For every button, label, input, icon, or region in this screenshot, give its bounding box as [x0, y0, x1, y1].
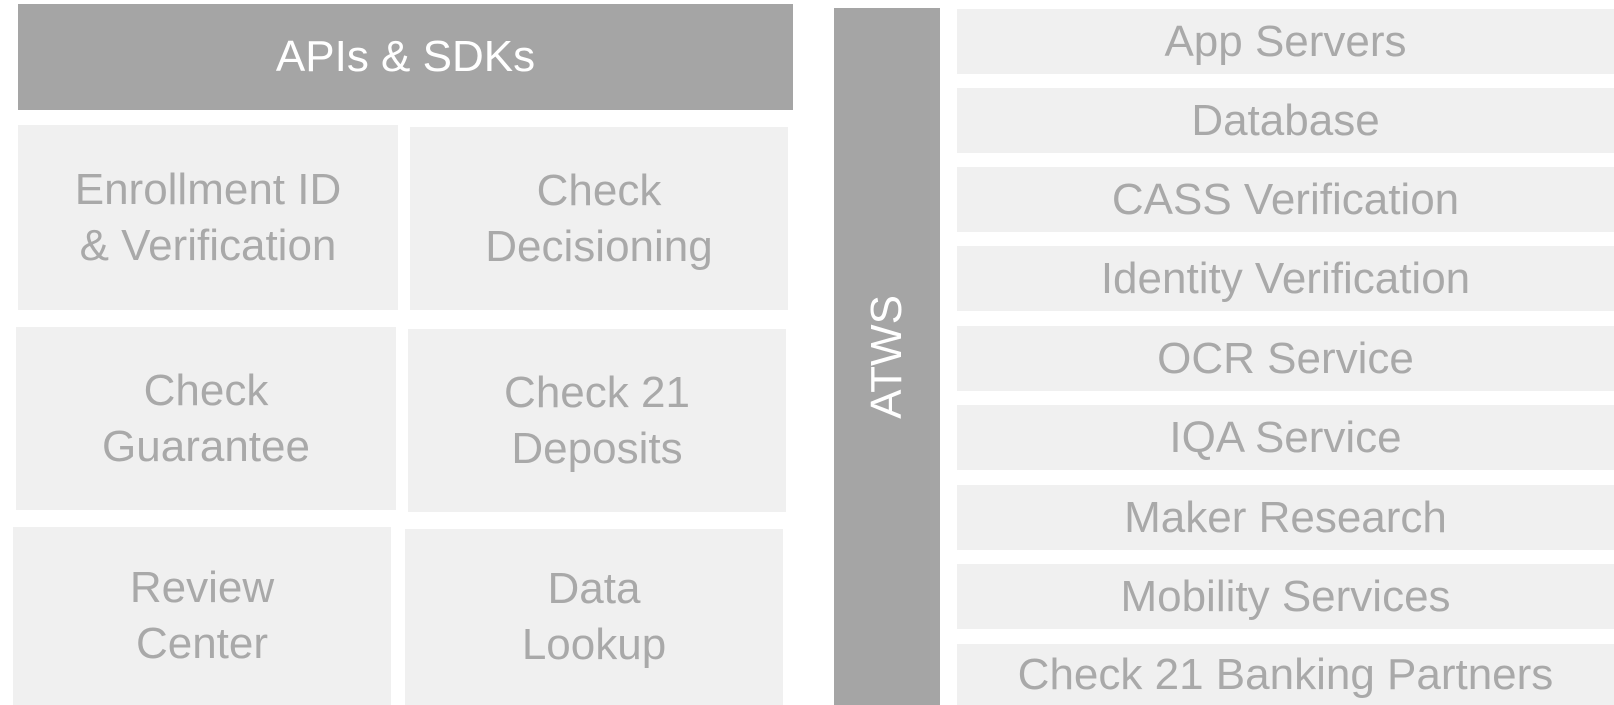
tile-check-21-deposits: Check 21 Deposits: [408, 329, 786, 512]
atws-vertical-bar: ATWS: [834, 8, 940, 705]
service-label: CASS Verification: [1111, 174, 1460, 224]
tile-check-guarantee: Check Guarantee: [16, 327, 396, 510]
atws-label: ATWS: [862, 294, 911, 419]
tile-label: Check Decisioning: [485, 165, 713, 271]
service-row-database: Database: [957, 88, 1614, 153]
service-row-iqa-service: IQA Service: [957, 405, 1614, 470]
service-label: Identity Verification: [1100, 253, 1471, 303]
service-label: IQA Service: [1169, 412, 1402, 462]
tile-check-decisioning: Check Decisioning: [410, 127, 788, 310]
tile-data-lookup: Data Lookup: [405, 529, 783, 705]
service-label: Check 21 Banking Partners: [1017, 649, 1554, 699]
tile-label: Check 21 Deposits: [504, 367, 690, 473]
service-row-cass-verification: CASS Verification: [957, 167, 1614, 232]
service-row-mobility-services: Mobility Services: [957, 564, 1614, 629]
apis-sdks-header: APIs & SDKs: [18, 4, 793, 110]
tile-label: Review Center: [129, 563, 275, 668]
service-label: OCR Service: [1157, 333, 1414, 383]
tile-label: Enrollment ID & Verification: [74, 164, 342, 270]
service-label: Mobility Services: [1120, 571, 1451, 621]
service-label: App Servers: [1164, 16, 1407, 66]
service-row-app-servers: App Servers: [957, 9, 1614, 74]
tile-label: Data Lookup: [521, 564, 667, 669]
service-row-ocr-service: OCR Service: [957, 326, 1614, 391]
service-label: Maker Research: [1124, 492, 1447, 542]
tile-label: Check Guarantee: [102, 365, 310, 471]
service-label: Database: [1191, 95, 1380, 145]
service-row-identity-verification: Identity Verification: [957, 246, 1614, 311]
service-row-check-21-banking-partners: Check 21 Banking Partners: [957, 644, 1614, 705]
tile-enrollment-id-verification: Enrollment ID & Verification: [18, 125, 398, 310]
service-row-maker-research: Maker Research: [957, 485, 1614, 550]
tile-review-center: Review Center: [13, 527, 391, 705]
apis-sdks-header-label: APIs & SDKs: [275, 32, 536, 81]
